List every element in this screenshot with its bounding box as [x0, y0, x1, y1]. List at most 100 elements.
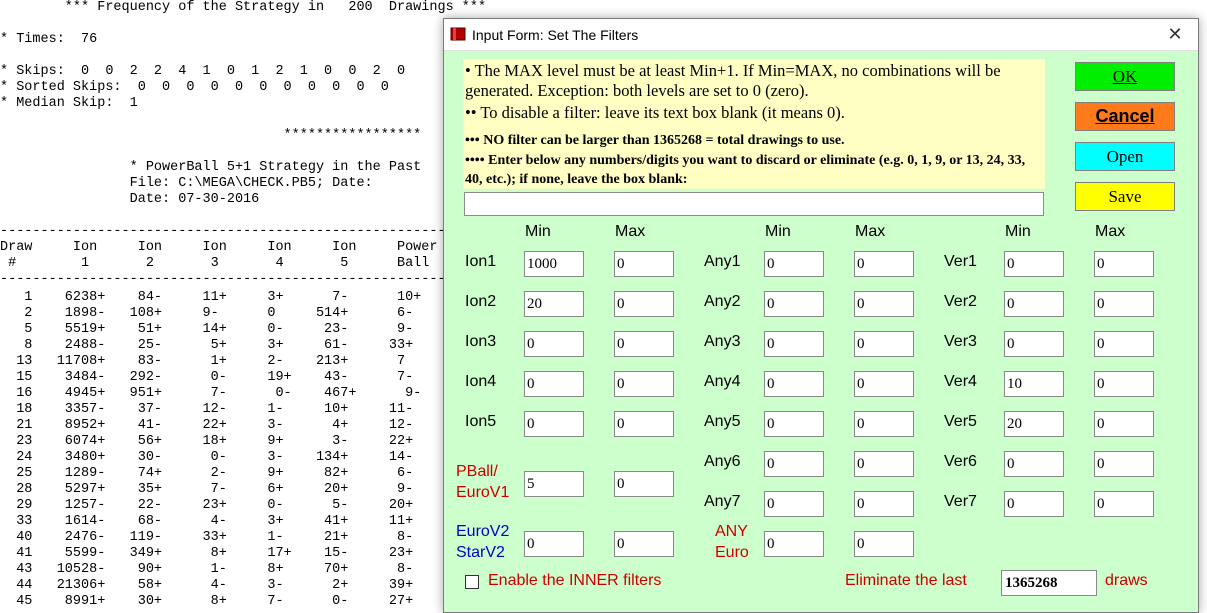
- ver2-min-input[interactable]: 0: [1004, 291, 1064, 317]
- ion1-label: Ion1: [465, 253, 497, 270]
- pball-min-input[interactable]: 5: [524, 471, 584, 497]
- ion2-max-input[interactable]: 0: [614, 291, 674, 317]
- ion5-min-input[interactable]: 0: [524, 411, 584, 437]
- eurov2-label-line2: StarV2: [456, 544, 505, 561]
- ion4-max-input[interactable]: 0: [614, 371, 674, 397]
- inner-filters-checkbox[interactable]: [465, 575, 479, 589]
- filters-dialog: Input Form: Set The Filters ✕ • The MAX …: [443, 18, 1199, 613]
- note-line-4: •••• Enter below any numbers/digits you …: [465, 153, 1026, 187]
- ver5-label: Ver5: [944, 413, 977, 430]
- any2-min-input[interactable]: 0: [764, 291, 824, 317]
- instructions-panel: • The MAX level must be at least Min+1. …: [463, 59, 1045, 189]
- ver7-min-input[interactable]: 0: [1004, 491, 1064, 517]
- anyeuro-min-input[interactable]: 0: [764, 531, 824, 557]
- col3-max-header: Max: [1095, 223, 1126, 240]
- any4-max-input[interactable]: 0: [854, 371, 914, 397]
- any3-max-input[interactable]: 0: [854, 331, 914, 357]
- any2-label: Any2: [704, 293, 741, 310]
- eurov2-min-input[interactable]: 0: [524, 531, 584, 557]
- ver3-min-input[interactable]: 0: [1004, 331, 1064, 357]
- any7-max-input[interactable]: 0: [854, 491, 914, 517]
- any2-max-input[interactable]: 0: [854, 291, 914, 317]
- col2-min-header: Min: [765, 223, 791, 240]
- ver2-label: Ver2: [944, 293, 977, 310]
- ion3-min-input[interactable]: 0: [524, 331, 584, 357]
- ver3-max-input[interactable]: 0: [1094, 331, 1154, 357]
- open-button[interactable]: Open: [1075, 142, 1175, 171]
- ion2-label: Ion2: [465, 293, 497, 310]
- pball-label-line2: EuroV1: [456, 484, 510, 501]
- ver4-max-input[interactable]: 0: [1094, 371, 1154, 397]
- save-button[interactable]: Save: [1075, 182, 1175, 211]
- report-draw-rows: 1 6238+ 84- 11+ 3+ 7- 10+ 1- 2 1898- 108…: [16, 290, 478, 609]
- any1-max-input[interactable]: 0: [854, 251, 914, 277]
- eliminate-last-label: Eliminate the last: [845, 572, 967, 589]
- draws-label: draws: [1105, 572, 1148, 589]
- ion3-max-input[interactable]: 0: [614, 331, 674, 357]
- eliminate-numbers-input[interactable]: [464, 192, 1044, 216]
- ver1-label: Ver1: [944, 253, 977, 270]
- ver5-min-input[interactable]: 20: [1004, 411, 1064, 437]
- any6-label: Any6: [704, 453, 741, 470]
- any6-max-input[interactable]: 0: [854, 451, 914, 477]
- note-line-1: • The MAX level must be at least Min+1. …: [465, 61, 1001, 100]
- anyeuro-label: ANY Euro: [715, 521, 749, 563]
- pball-label: PBall/EuroV1: [456, 461, 509, 503]
- ver7-max-input[interactable]: 0: [1094, 491, 1154, 517]
- any5-max-input[interactable]: 0: [854, 411, 914, 437]
- ion4-min-input[interactable]: 0: [524, 371, 584, 397]
- any5-label: Any5: [704, 413, 741, 430]
- any4-label: Any4: [704, 373, 741, 390]
- ver6-min-input[interactable]: 0: [1004, 451, 1064, 477]
- any1-min-input[interactable]: 0: [764, 251, 824, 277]
- any3-label: Any3: [704, 333, 741, 350]
- any5-min-input[interactable]: 0: [764, 411, 824, 437]
- any7-label: Any7: [704, 493, 741, 510]
- report-header-text: *** Frequency of the Strategy in 200 Dra…: [0, 0, 503, 287]
- close-icon[interactable]: ✕: [1152, 19, 1198, 50]
- pball-label-line1: PBall/: [456, 463, 498, 480]
- any4-min-input[interactable]: 0: [764, 371, 824, 397]
- ver4-label: Ver4: [944, 373, 977, 390]
- pball-max-input[interactable]: 0: [614, 471, 674, 497]
- eurov2-label: EuroV2 StarV2: [456, 521, 509, 563]
- anyeuro-label-line1: ANY: [715, 523, 748, 540]
- ion5-max-input[interactable]: 0: [614, 411, 674, 437]
- ver6-max-input[interactable]: 0: [1094, 451, 1154, 477]
- dialog-title: Input Form: Set The Filters: [472, 27, 639, 43]
- ver6-label: Ver6: [944, 453, 977, 470]
- ver2-max-input[interactable]: 0: [1094, 291, 1154, 317]
- eurov2-max-input[interactable]: 0: [614, 531, 674, 557]
- ion5-label: Ion5: [465, 413, 497, 430]
- ion4-label: Ion4: [465, 373, 497, 390]
- col3-min-header: Min: [1005, 223, 1031, 240]
- ion2-min-input[interactable]: 20: [524, 291, 584, 317]
- note-line-2: •• To disable a filter: leave its text b…: [465, 103, 845, 122]
- col1-min-header: Min: [525, 223, 551, 240]
- ver4-min-input[interactable]: 10: [1004, 371, 1064, 397]
- cancel-button[interactable]: Cancel: [1075, 102, 1175, 131]
- ion1-max-input[interactable]: 0: [614, 251, 674, 277]
- ver1-min-input[interactable]: 0: [1004, 251, 1064, 277]
- ver7-label: Ver7: [944, 493, 977, 510]
- ver1-max-input[interactable]: 0: [1094, 251, 1154, 277]
- anyeuro-max-input[interactable]: 0: [854, 531, 914, 557]
- form-app-icon: [450, 27, 466, 41]
- ion1-min-input[interactable]: 1000: [524, 251, 584, 277]
- any3-min-input[interactable]: 0: [764, 331, 824, 357]
- anyeuro-label-line2: Euro: [715, 544, 749, 561]
- col2-max-header: Max: [855, 223, 886, 240]
- any1-label: Any1: [704, 253, 741, 270]
- eurov2-label-line1: EuroV2: [456, 523, 510, 540]
- dialog-titlebar: Input Form: Set The Filters ✕: [444, 19, 1198, 51]
- eliminate-last-input[interactable]: 1365268: [1001, 570, 1097, 596]
- ver3-label: Ver3: [944, 333, 977, 350]
- ver5-max-input[interactable]: 0: [1094, 411, 1154, 437]
- any7-min-input[interactable]: 0: [764, 491, 824, 517]
- note-line-3: ••• NO filter can be larger than 1365268…: [465, 133, 845, 148]
- col1-max-header: Max: [615, 223, 646, 240]
- inner-filters-label: Enable the INNER filters: [488, 572, 662, 589]
- ion3-label: Ion3: [465, 333, 497, 350]
- ok-button[interactable]: OK: [1075, 62, 1175, 91]
- any6-min-input[interactable]: 0: [764, 451, 824, 477]
